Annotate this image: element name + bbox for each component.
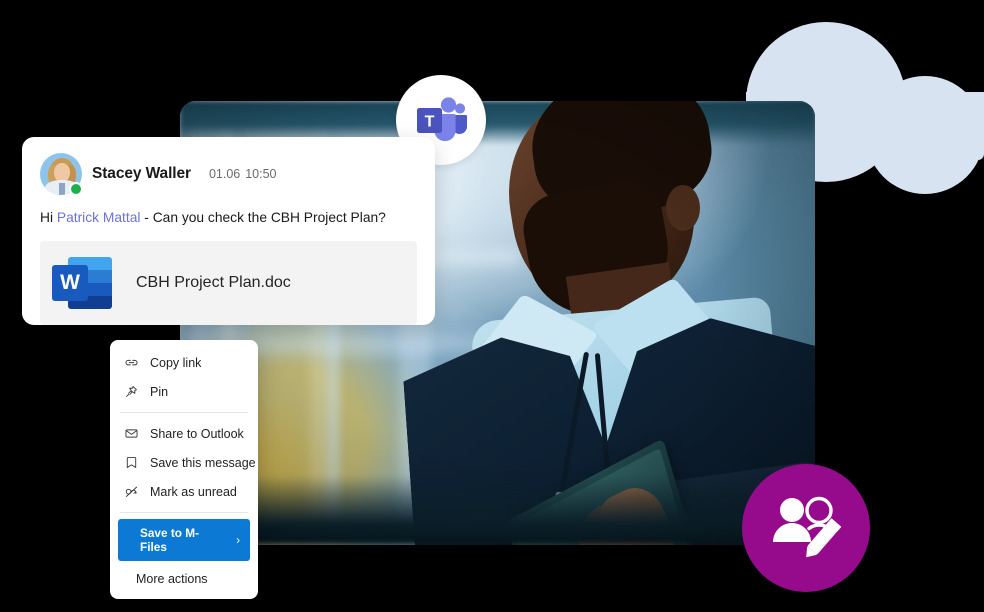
bookmark-icon [126,457,137,468]
message-text: Hi Patrick Mattal - Can you check the CB… [40,209,417,228]
menu-label: Pin [150,384,169,399]
envelope-icon [125,429,138,438]
mfiles-user-edit-badge [742,464,870,592]
message-date: 01.06 [208,167,241,181]
avatar[interactable] [40,153,83,196]
menu-label: Share to Outlook [150,426,244,441]
message-text-suffix: - Can you check the CBH Project Plan? [140,210,386,225]
menu-label: Mark as unread [150,484,237,499]
menu-item-mark-as-unread[interactable]: Mark as unread [110,477,258,506]
message-context-menu: Copy link Pin Share to Outlook Save this… [110,340,258,599]
menu-divider-bottom [120,512,248,513]
sender-name: Stacey Waller [92,165,191,182]
eye-slash-icon [125,486,138,497]
attachment-card[interactable]: W CBH Project Plan.doc [40,240,417,325]
screenshot-stage: T Stacey Waller 01.06 10:50 Hi Patrick M… [0,0,984,612]
message-timestamp: 01.06 10:50 [209,167,282,181]
menu-item-pin[interactable]: Pin [110,377,258,406]
mention-link[interactable]: Patrick Mattal [57,210,141,225]
message-time: 10:50 [245,167,277,181]
link-icon [125,359,138,366]
svg-text:T: T [425,114,435,131]
presence-indicator [69,182,83,196]
menu-label: Save this message [150,455,256,470]
menu-label: Save to M-Files [140,526,199,554]
pin-icon [126,386,137,397]
cloud-lobe-small [866,76,984,194]
message-header: Stacey Waller 01.06 10:50 [40,153,417,196]
word-document-icon: W [52,253,114,313]
menu-label: Copy link [150,355,202,370]
word-icon-letter: W [52,264,88,301]
menu-item-copy-link[interactable]: Copy link [110,348,258,377]
menu-item-save-to-mfiles[interactable]: Save to M-Files › [118,519,250,561]
menu-divider-top [120,412,248,413]
teams-message-card: Stacey Waller 01.06 10:50 Hi Patrick Matt… [22,137,435,325]
menu-label: More actions [136,572,208,586]
menu-item-share-to-outlook[interactable]: Share to Outlook [110,419,258,448]
attachment-filename: CBH Project Plan.doc [136,273,291,291]
chevron-right-icon: › [236,533,240,547]
message-text-prefix: Hi [40,210,57,225]
avatar-tie [59,183,65,195]
user-edit-icon [773,496,842,558]
menu-item-more-actions[interactable]: More actions [110,565,258,593]
menu-item-save-this-message[interactable]: Save this message [110,448,258,477]
